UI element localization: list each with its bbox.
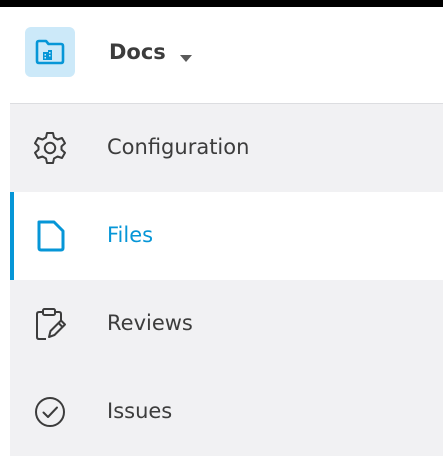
sidebar-item-label: Reviews: [107, 311, 193, 335]
docs-sidebar: Docs Configuration Files Reviews Issues: [0, 0, 443, 457]
sidebar-item-label: Issues: [107, 399, 173, 423]
caret-down-icon[interactable]: [179, 48, 193, 67]
left-rail: [0, 7, 10, 457]
clipboard-pencil-icon: [32, 306, 68, 342]
gear-icon: [32, 130, 68, 166]
sidebar-item-reviews[interactable]: Reviews: [10, 280, 443, 368]
top-border: [0, 0, 443, 7]
sidebar-nav: Configuration Files Reviews Issues: [10, 104, 443, 456]
sidebar-item-configuration[interactable]: Configuration: [10, 104, 443, 192]
folder-building-icon: [25, 27, 75, 77]
sidebar-item-label: Configuration: [107, 135, 250, 159]
app-switcher[interactable]: Docs: [10, 7, 443, 104]
sidebar-item-issues[interactable]: Issues: [10, 368, 443, 456]
app-title: Docs: [109, 40, 166, 64]
sidebar-item-files[interactable]: Files: [10, 192, 443, 280]
sidebar-item-label: Files: [107, 223, 154, 247]
check-circle-icon: [32, 394, 68, 430]
file-icon: [32, 218, 68, 254]
